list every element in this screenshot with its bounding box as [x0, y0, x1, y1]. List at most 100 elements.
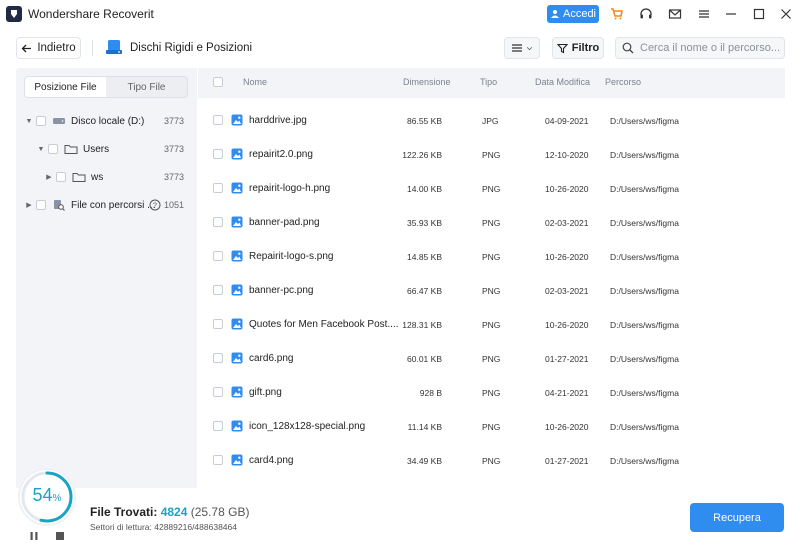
tree-checkbox[interactable]	[48, 144, 58, 154]
tree-item-users[interactable]: ▼ Users	[36, 141, 110, 157]
file-type: PNG	[482, 286, 501, 296]
search-icon	[622, 42, 634, 54]
image-file-icon	[231, 284, 243, 296]
column-header-date[interactable]: Data Modifica	[535, 77, 590, 87]
expand-caret-icon[interactable]: ▶	[24, 201, 34, 209]
maximize-icon[interactable]	[750, 5, 768, 23]
table-row[interactable]: card6.png 60.01 KB PNG 01-27-2021 D:/Users/w…	[198, 341, 785, 375]
disk-icon	[52, 115, 66, 127]
image-file-icon	[231, 454, 243, 466]
pause-icon[interactable]	[29, 531, 39, 541]
file-size: 11.14 KB	[407, 422, 442, 432]
page-title: Dischi Rigidi e Posizioni	[130, 42, 253, 54]
file-path: D:/Users/ws/figma	[610, 218, 679, 228]
table-row[interactable]: Repairit-logo-s.png 14.85 KB PNG 10-26-2020…	[198, 239, 785, 273]
row-checkbox[interactable]	[213, 217, 223, 227]
file-size: 34.49 KB	[407, 456, 442, 466]
column-header-name[interactable]: Nome	[243, 77, 267, 87]
files-found-label: File Trovati:	[90, 505, 158, 519]
select-all-checkbox[interactable]	[213, 77, 223, 87]
search-box[interactable]	[615, 37, 785, 59]
row-checkbox[interactable]	[213, 455, 223, 465]
stop-icon[interactable]	[56, 532, 64, 540]
file-size: 14.85 KB	[407, 252, 442, 262]
file-path: D:/Users/ws/figma	[610, 286, 679, 296]
row-checkbox[interactable]	[213, 285, 223, 295]
mail-icon[interactable]	[666, 5, 684, 23]
back-label: Indietro	[37, 42, 76, 54]
column-header-size[interactable]: Dimensione	[403, 77, 451, 87]
file-path: D:/Users/ws/figma	[610, 354, 679, 364]
table-row[interactable]: repairit-logo-h.png 14.00 KB PNG 10-26-2020…	[198, 171, 785, 205]
file-path: D:/Users/ws/figma	[610, 116, 679, 126]
tree-item-local-disk[interactable]: ▼ Disco locale (D:)	[24, 113, 145, 129]
file-path: D:/Users/ws/figma	[610, 150, 679, 160]
table-row[interactable]: harddrive.jpg 86.55 KB JPG 04-09-2021 D:/Use…	[198, 103, 785, 137]
expand-caret-icon[interactable]: ▼	[36, 146, 46, 153]
file-size: 86.55 KB	[407, 116, 442, 126]
file-size: 35.93 KB	[407, 218, 442, 228]
file-modified-date: 02-03-2021	[545, 218, 589, 228]
search-input[interactable]	[640, 42, 780, 54]
column-header-type[interactable]: Tipo	[480, 77, 497, 87]
column-header-path[interactable]: Percorso	[605, 77, 641, 87]
tree-item-lost-path-files[interactable]: ▶ File con percorsi ...	[24, 197, 155, 213]
tree-item-count: 3773	[164, 116, 185, 126]
row-checkbox[interactable]	[213, 115, 223, 125]
row-checkbox[interactable]	[213, 353, 223, 363]
row-checkbox[interactable]	[213, 149, 223, 159]
table-row[interactable]: card4.png 34.49 KB PNG 01-27-2021 D:/Users/w…	[198, 443, 785, 477]
files-found-summary: File Trovati: 4824 (25.78 GB)	[90, 505, 249, 519]
table-row[interactable]: icon_128x128-special.png 11.14 KB PNG 10-26…	[198, 409, 785, 443]
filter-button[interactable]: Filtro	[552, 37, 604, 59]
tree-checkbox[interactable]	[56, 172, 66, 182]
tab-file-location[interactable]: Posizione File	[25, 77, 106, 97]
row-checkbox[interactable]	[213, 251, 223, 261]
expand-caret-icon[interactable]: ▼	[24, 118, 34, 125]
row-checkbox[interactable]	[213, 183, 223, 193]
tree-item-count: 3773	[164, 172, 185, 182]
headset-support-icon[interactable]	[637, 5, 655, 23]
minimize-icon[interactable]	[722, 5, 740, 23]
cart-icon[interactable]	[608, 5, 626, 23]
toolbar-divider	[92, 40, 93, 56]
file-name: gift.png	[249, 387, 282, 398]
expand-caret-icon[interactable]: ▶	[44, 173, 54, 181]
file-path: D:/Users/ws/figma	[610, 184, 679, 194]
table-row[interactable]: Quotes for Men Facebook Post.... 128.31 K…	[198, 307, 785, 341]
menu-icon[interactable]	[695, 5, 713, 23]
file-type: PNG	[482, 456, 501, 466]
back-button[interactable]: Indietro	[16, 37, 81, 59]
file-modified-date: 04-21-2021	[545, 388, 589, 398]
table-row[interactable]: banner-pc.png 66.47 KB PNG 02-03-2021 D:/Use…	[198, 273, 785, 307]
tree-item-label: ws	[91, 171, 104, 183]
file-name: icon_128x128-special.png	[249, 421, 366, 432]
image-file-icon	[231, 250, 243, 262]
table-row[interactable]: banner-pad.png 35.93 KB PNG 02-03-2021 D:/Us…	[198, 205, 785, 239]
file-type: PNG	[482, 422, 501, 432]
progress-number: 54	[32, 485, 53, 505]
chevron-down-icon	[526, 46, 533, 50]
file-modified-date: 01-27-2021	[545, 456, 589, 466]
close-icon[interactable]	[777, 5, 795, 23]
tab-file-type[interactable]: Tipo File	[106, 77, 187, 97]
tree-checkbox[interactable]	[36, 116, 46, 126]
table-row[interactable]: gift.png 928 B PNG 04-21-2021 D:/Users/ws/fi…	[198, 375, 785, 409]
row-checkbox[interactable]	[213, 387, 223, 397]
arrow-left-icon	[21, 44, 32, 52]
recover-button[interactable]: Recupera	[690, 503, 784, 532]
sectors-read: Settori di lettura: 42889216/488638464	[90, 522, 237, 532]
table-header: Nome Dimensione Tipo Data Modifica Perco…	[198, 68, 785, 96]
file-modified-date: 02-03-2021	[545, 286, 589, 296]
row-checkbox[interactable]	[213, 421, 223, 431]
files-found-size: (25.78 GB)	[190, 505, 250, 519]
file-type: PNG	[482, 184, 501, 194]
view-mode-button[interactable]	[504, 37, 540, 59]
tree-item-ws[interactable]: ▶ ws	[44, 169, 103, 185]
row-checkbox[interactable]	[213, 319, 223, 329]
tree-checkbox[interactable]	[36, 200, 46, 210]
tree-item-count: 1051	[164, 200, 185, 210]
login-button[interactable]: Accedi	[547, 5, 599, 23]
table-row[interactable]: repairit2.0.png 122.26 KB PNG 12-10-2020 D:/…	[198, 137, 785, 171]
help-icon[interactable]: ?	[149, 199, 161, 211]
